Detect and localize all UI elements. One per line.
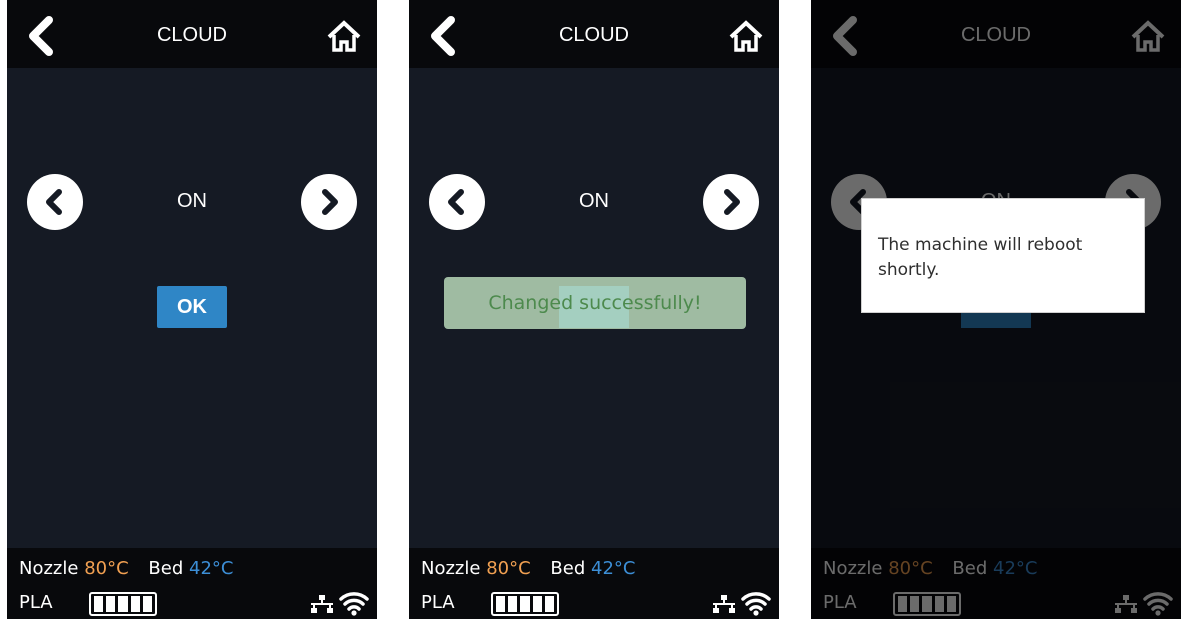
next-option-button[interactable] <box>301 174 357 230</box>
material-label: PLA <box>421 592 455 613</box>
chevron-right-icon <box>322 189 338 215</box>
screen-cloud-success: CLOUD ON Changed successfully! Nozzle 80… <box>409 0 779 619</box>
next-option-button[interactable] <box>703 174 759 230</box>
temperature-readout: Nozzle 80°C Bed 42°C <box>19 558 233 579</box>
bed-label: Bed <box>148 558 184 579</box>
status-bar: Nozzle 80°C Bed 42°C PLA <box>7 548 377 619</box>
nozzle-temperature: 80°C <box>84 558 129 579</box>
screen-cloud-settings: CLOUD ON OK Nozzle 80°C Bed 42°C PLA <box>7 0 377 619</box>
ok-button[interactable]: OK <box>157 286 227 328</box>
material-label: PLA <box>19 592 53 613</box>
status-bar: Nozzle 80°C Bed 42°C PLA <box>409 548 779 619</box>
top-bar: CLOUD <box>409 0 779 68</box>
wifi-icon <box>339 592 369 616</box>
nozzle-label: Nozzle <box>421 558 481 579</box>
temperature-readout: Nozzle 80°C Bed 42°C <box>421 558 635 579</box>
filament-level-gauge <box>89 592 157 616</box>
bed-temperature: 42°C <box>591 558 636 579</box>
nozzle-temperature: 80°C <box>486 558 531 579</box>
filament-level-gauge <box>491 592 559 616</box>
ethernet-icon <box>713 595 735 613</box>
chevron-right-icon <box>724 189 740 215</box>
reboot-dialog: The machine will reboot shortly. <box>861 198 1145 313</box>
wifi-icon <box>741 592 771 616</box>
page-title: CLOUD <box>558 24 629 46</box>
home-icon[interactable] <box>327 20 361 52</box>
ethernet-icon <box>311 595 333 613</box>
home-icon[interactable] <box>729 20 763 52</box>
page-title: CLOUD <box>156 24 227 46</box>
nozzle-label: Nozzle <box>19 558 79 579</box>
success-toast: Changed successfully! <box>444 277 746 329</box>
bed-label: Bed <box>550 558 586 579</box>
top-bar: CLOUD <box>7 0 377 68</box>
bed-temperature: 42°C <box>189 558 234 579</box>
screen-cloud-reboot-dialog: CLOUD ON Nozzle 80°C Bed 42°C PLA <box>811 0 1181 619</box>
dialog-message: The machine will reboot shortly. <box>878 235 1083 280</box>
